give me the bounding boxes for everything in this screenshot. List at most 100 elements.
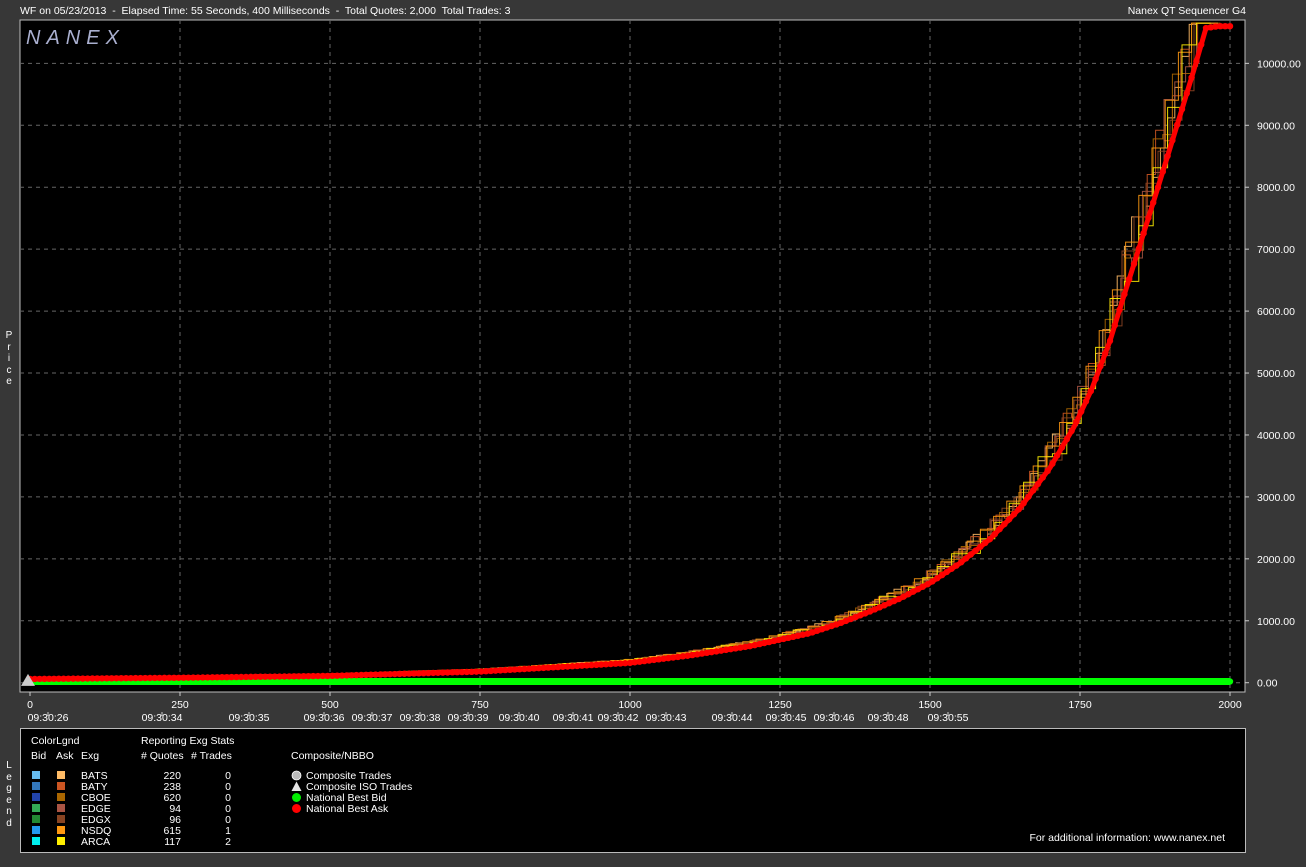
trade-count: 2 [225, 836, 231, 848]
national-best-bid-point [518, 678, 526, 685]
x-tick-label: 750 [471, 699, 489, 711]
national-best-ask-point [1006, 516, 1013, 523]
time-tick-label: 09:30:37 [352, 712, 393, 724]
national-best-ask-point [1111, 322, 1119, 329]
col-bid: Bid [31, 750, 47, 762]
national-best-ask-point [996, 525, 1003, 533]
national-best-ask-point [1116, 306, 1123, 313]
national-best-bid-point [614, 678, 622, 685]
national-best-ask-point [1073, 418, 1080, 425]
time-tick-label: 09:30:26 [28, 712, 69, 724]
national-best-ask-point [1164, 152, 1171, 160]
national-best-ask-point [1049, 460, 1056, 467]
national-best-bid-point [1214, 678, 1222, 685]
time-tick-label: 09:30:35 [229, 712, 270, 724]
national-best-ask-point [1082, 398, 1090, 405]
national-best-bid-point [1142, 678, 1150, 685]
national-best-bid-point [446, 678, 454, 685]
ask-color-swatch [57, 826, 65, 834]
nanex-logo: NANEX [26, 27, 125, 49]
x-tick-label: 1250 [768, 699, 792, 711]
national-best-bid-point [878, 678, 886, 685]
national-best-ask-point [1193, 58, 1200, 65]
national-best-ask-point [1030, 487, 1037, 494]
national-best-bid-point [422, 678, 430, 685]
national-best-ask-point [1034, 480, 1042, 488]
y-tick-label: 0.00 [1257, 678, 1278, 690]
legend-side-label: Legend [6, 760, 12, 829]
ask-color-swatch [57, 782, 65, 790]
national-best-bid-point [842, 678, 850, 685]
red-circle-icon [292, 804, 301, 813]
national-best-bid-point [926, 678, 934, 685]
national-best-ask-point [1078, 408, 1085, 415]
bid-color-swatch [32, 782, 40, 790]
national-best-bid-point [710, 678, 718, 685]
time-tick-label: 09:30:38 [400, 712, 441, 724]
national-best-bid-point [554, 678, 562, 685]
national-best-bid-point [770, 678, 778, 685]
info-text: For additional information: www.nanex.ne… [1029, 832, 1225, 844]
national-best-ask-point [1020, 500, 1027, 507]
national-best-bid-point [1226, 678, 1234, 685]
national-best-bid-point [1106, 678, 1114, 685]
composite-title: Composite/NBBO [291, 750, 374, 762]
time-tick-label: 09:30:45 [766, 712, 807, 724]
national-best-bid-point [782, 678, 790, 685]
quote-count: 117 [164, 836, 181, 848]
national-best-bid-point [398, 678, 406, 685]
national-best-ask-point [1145, 214, 1152, 222]
national-best-bid-point [578, 678, 586, 685]
ask-color-swatch [57, 793, 65, 801]
national-best-ask-point [1169, 137, 1176, 144]
national-best-ask-point [1226, 22, 1234, 30]
gray-circle-icon [291, 770, 302, 781]
col-exg: Exg [81, 750, 100, 762]
y-tick-label: 9000.00 [1257, 120, 1295, 132]
national-best-ask-point [1054, 452, 1061, 459]
x-tick-label: 1500 [918, 699, 942, 711]
reporting-header: Reporting Exg Stats [141, 735, 235, 747]
national-best-bid-point [350, 678, 358, 685]
bid-color-swatch [32, 804, 40, 812]
national-best-bid-point [818, 678, 826, 685]
national-best-bid-point [734, 678, 742, 685]
national-best-bid-point [566, 678, 574, 685]
col-trades: # Trades [191, 750, 232, 762]
national-best-ask-point [1183, 90, 1191, 97]
col-quotes: # Quotes [141, 750, 184, 762]
y-tick-label: 6000.00 [1257, 306, 1295, 318]
national-best-bid-point [590, 678, 598, 685]
national-best-bid-point [626, 678, 634, 685]
ask-color-swatch [57, 771, 65, 779]
bid-color-swatch [32, 837, 40, 845]
national-best-bid-point [1082, 678, 1090, 685]
x-tick-label: 2000 [1218, 699, 1242, 711]
national-best-bid-point [482, 678, 490, 685]
y-tick-label: 5000.00 [1257, 368, 1295, 380]
national-best-bid-point [506, 678, 514, 685]
national-best-bid-point [1178, 678, 1186, 685]
national-best-ask-point [1044, 467, 1051, 475]
national-best-ask-point [1188, 74, 1195, 81]
y-tick-label: 10000.00 [1257, 58, 1301, 70]
legend-panel: ColorLgnd Reporting Exg Stats Bid Ask Ex… [20, 728, 1246, 853]
national-best-bid-point [1046, 678, 1054, 685]
national-best-bid-point [962, 678, 970, 685]
time-tick-label: 09:30:42 [598, 712, 639, 724]
national-best-bid-point [638, 678, 646, 685]
national-best-bid-point [662, 678, 670, 685]
national-best-bid-point [1010, 678, 1018, 685]
national-best-ask-point [1178, 105, 1186, 113]
national-best-bid-point [1130, 678, 1138, 685]
national-best-bid-point [914, 678, 922, 685]
time-tick-label: 09:30:40 [499, 712, 540, 724]
time-tick-label: 09:30:55 [928, 712, 969, 724]
national-best-ask-point [1150, 199, 1157, 206]
national-best-ask-point [1058, 444, 1066, 451]
national-best-bid-point [674, 678, 682, 685]
national-best-ask-point [1063, 435, 1071, 443]
y-tick-label: 1000.00 [1257, 616, 1295, 628]
national-best-ask-point [1174, 121, 1181, 128]
national-best-ask-point [1010, 511, 1018, 518]
